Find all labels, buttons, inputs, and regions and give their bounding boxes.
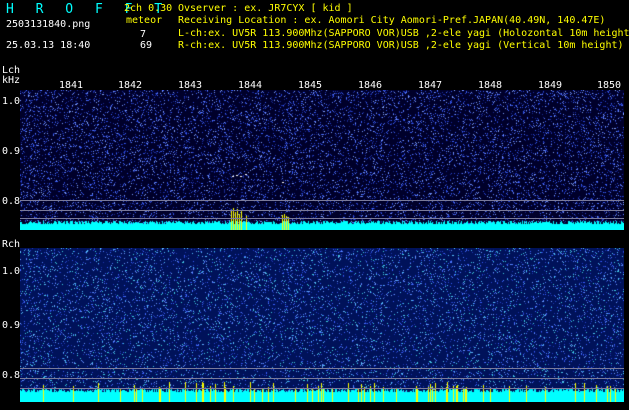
khz-label: kHz bbox=[2, 75, 21, 86]
freq-label: 0.8 bbox=[2, 370, 21, 381]
meteor-label: meteor bbox=[126, 15, 163, 26]
meteor-count-lch: 7 bbox=[140, 29, 147, 40]
freq-label: 1.0 bbox=[2, 266, 21, 277]
lch-spectrogram bbox=[20, 90, 624, 230]
guide-line bbox=[20, 378, 624, 379]
file-name: 2503131840.png bbox=[6, 19, 91, 30]
observer-info: Ovserver : ex. JR7CYX [ kid ] bbox=[178, 3, 353, 14]
guide-line bbox=[20, 368, 624, 369]
freq-label: 0.9 bbox=[2, 146, 21, 157]
guide-line bbox=[20, 200, 624, 201]
rch-label: Rch bbox=[2, 239, 21, 250]
meteor-count-rch: 69 bbox=[140, 40, 153, 51]
location-info: Receiving Location : ex. Aomori City Aom… bbox=[178, 15, 606, 26]
guide-line bbox=[20, 218, 624, 219]
freq-label: 1.0 bbox=[2, 96, 21, 107]
guide-line bbox=[20, 388, 624, 389]
freq-label: 0.9 bbox=[2, 320, 21, 331]
guide-line bbox=[20, 210, 624, 211]
timestamp: 25.03.13 18:40 bbox=[6, 40, 91, 51]
channel-label: 2ch 0.30 bbox=[124, 3, 173, 14]
rch-info: R-ch:ex. UV5R 113.900Mhz(SAPPORO VOR)USB… bbox=[178, 40, 624, 51]
lch-info: L-ch:ex. UV5R 113.900Mhz(SAPPORO VOR)USB… bbox=[178, 28, 629, 39]
freq-label: 0.8 bbox=[2, 196, 21, 207]
